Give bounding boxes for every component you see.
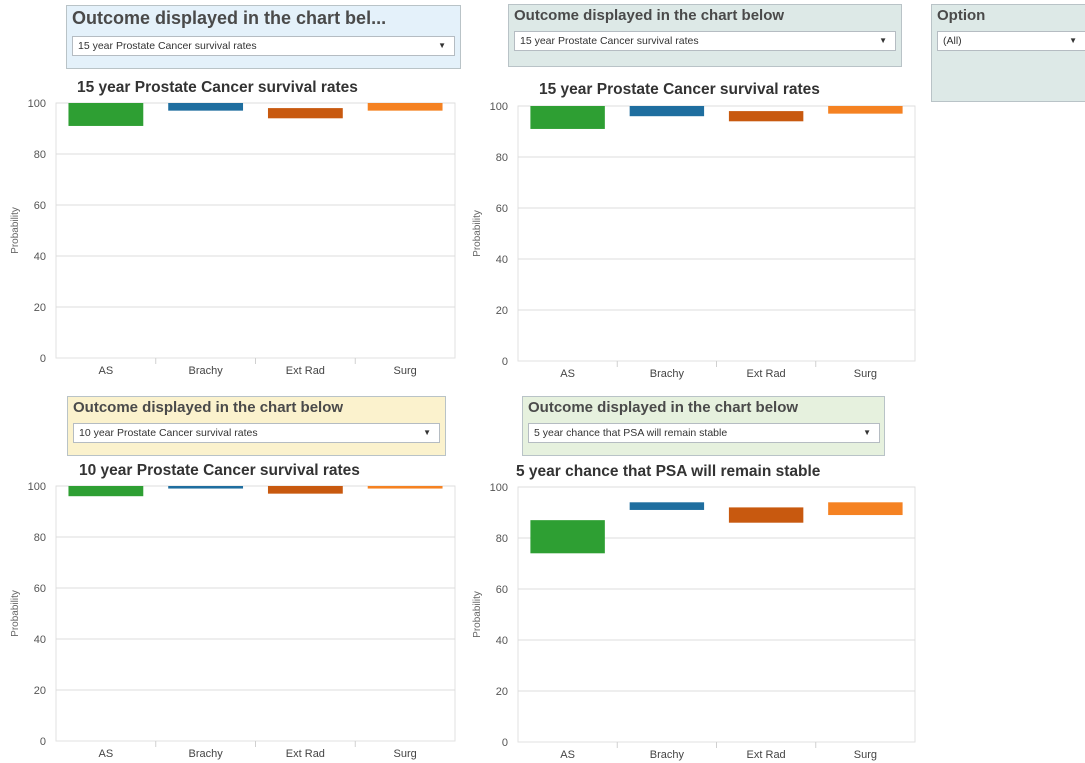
x-tick-label: Surg [854, 749, 877, 761]
chart-5yr-psa-stable: 0 20 40 60 80 100 Probability AS Brachy Ext Rad Su… [472, 482, 916, 761]
x-tick-label: Brachy [650, 749, 685, 761]
bar-as [530, 520, 605, 554]
y-tick-label: 0 [502, 737, 508, 749]
y-tick-label: 80 [496, 533, 508, 545]
x-tick-label: Ext Rad [747, 749, 786, 761]
bar-brachy [629, 502, 705, 510]
x-tick-label: AS [560, 749, 575, 761]
y-tick-label: 60 [496, 584, 508, 596]
bar-ext-rad [728, 507, 804, 523]
y-tick-label: 40 [496, 635, 508, 647]
y-tick-label: 20 [496, 686, 508, 698]
y-axis-label: Probability [472, 591, 483, 638]
y-tick-label: 100 [490, 482, 508, 494]
bar-surg [828, 502, 903, 516]
